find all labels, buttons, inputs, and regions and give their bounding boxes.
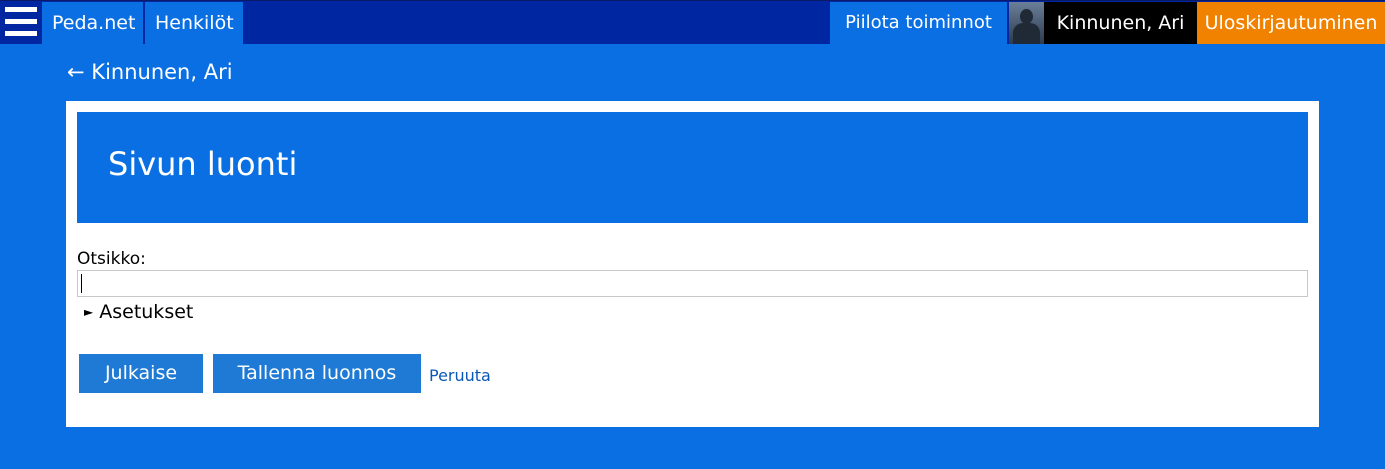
- page-title: Sivun luonti: [108, 145, 298, 183]
- hamburger-menu-icon[interactable]: [0, 2, 41, 44]
- back-link-label: Kinnunen, Ari: [91, 60, 233, 84]
- expand-arrow-icon: ►: [84, 305, 94, 319]
- text-caret: [81, 274, 82, 293]
- settings-label: Asetukset: [99, 301, 194, 323]
- top-navigation-bar: Peda.net Henkilöt Piilota toiminnot Kinn…: [0, 0, 1385, 44]
- hide-actions-button[interactable]: Piilota toiminnot: [830, 2, 1007, 44]
- publish-button[interactable]: Julkaise: [79, 354, 203, 393]
- back-link[interactable]: ← Kinnunen, Ari: [67, 60, 233, 84]
- user-avatar-icon[interactable]: [1009, 2, 1044, 44]
- settings-toggle[interactable]: ► Asetukset: [84, 301, 193, 323]
- title-field-label: Otsikko:: [77, 249, 146, 269]
- user-name-link[interactable]: Kinnunen, Ari: [1044, 2, 1197, 44]
- logout-button[interactable]: Uloskirjautuminen: [1197, 2, 1385, 44]
- title-input[interactable]: [77, 270, 1308, 297]
- page-creation-card: Sivun luonti Otsikko: ► Asetukset Julkais…: [66, 101, 1319, 427]
- back-arrow-icon: ←: [67, 60, 85, 84]
- save-draft-button[interactable]: Tallenna luonnos: [213, 354, 421, 393]
- nav-item-henkilot[interactable]: Henkilöt: [145, 2, 243, 44]
- nav-item-peda-net[interactable]: Peda.net: [42, 2, 143, 44]
- card-header: Sivun luonti: [77, 112, 1308, 223]
- cancel-link[interactable]: Peruuta: [429, 366, 491, 385]
